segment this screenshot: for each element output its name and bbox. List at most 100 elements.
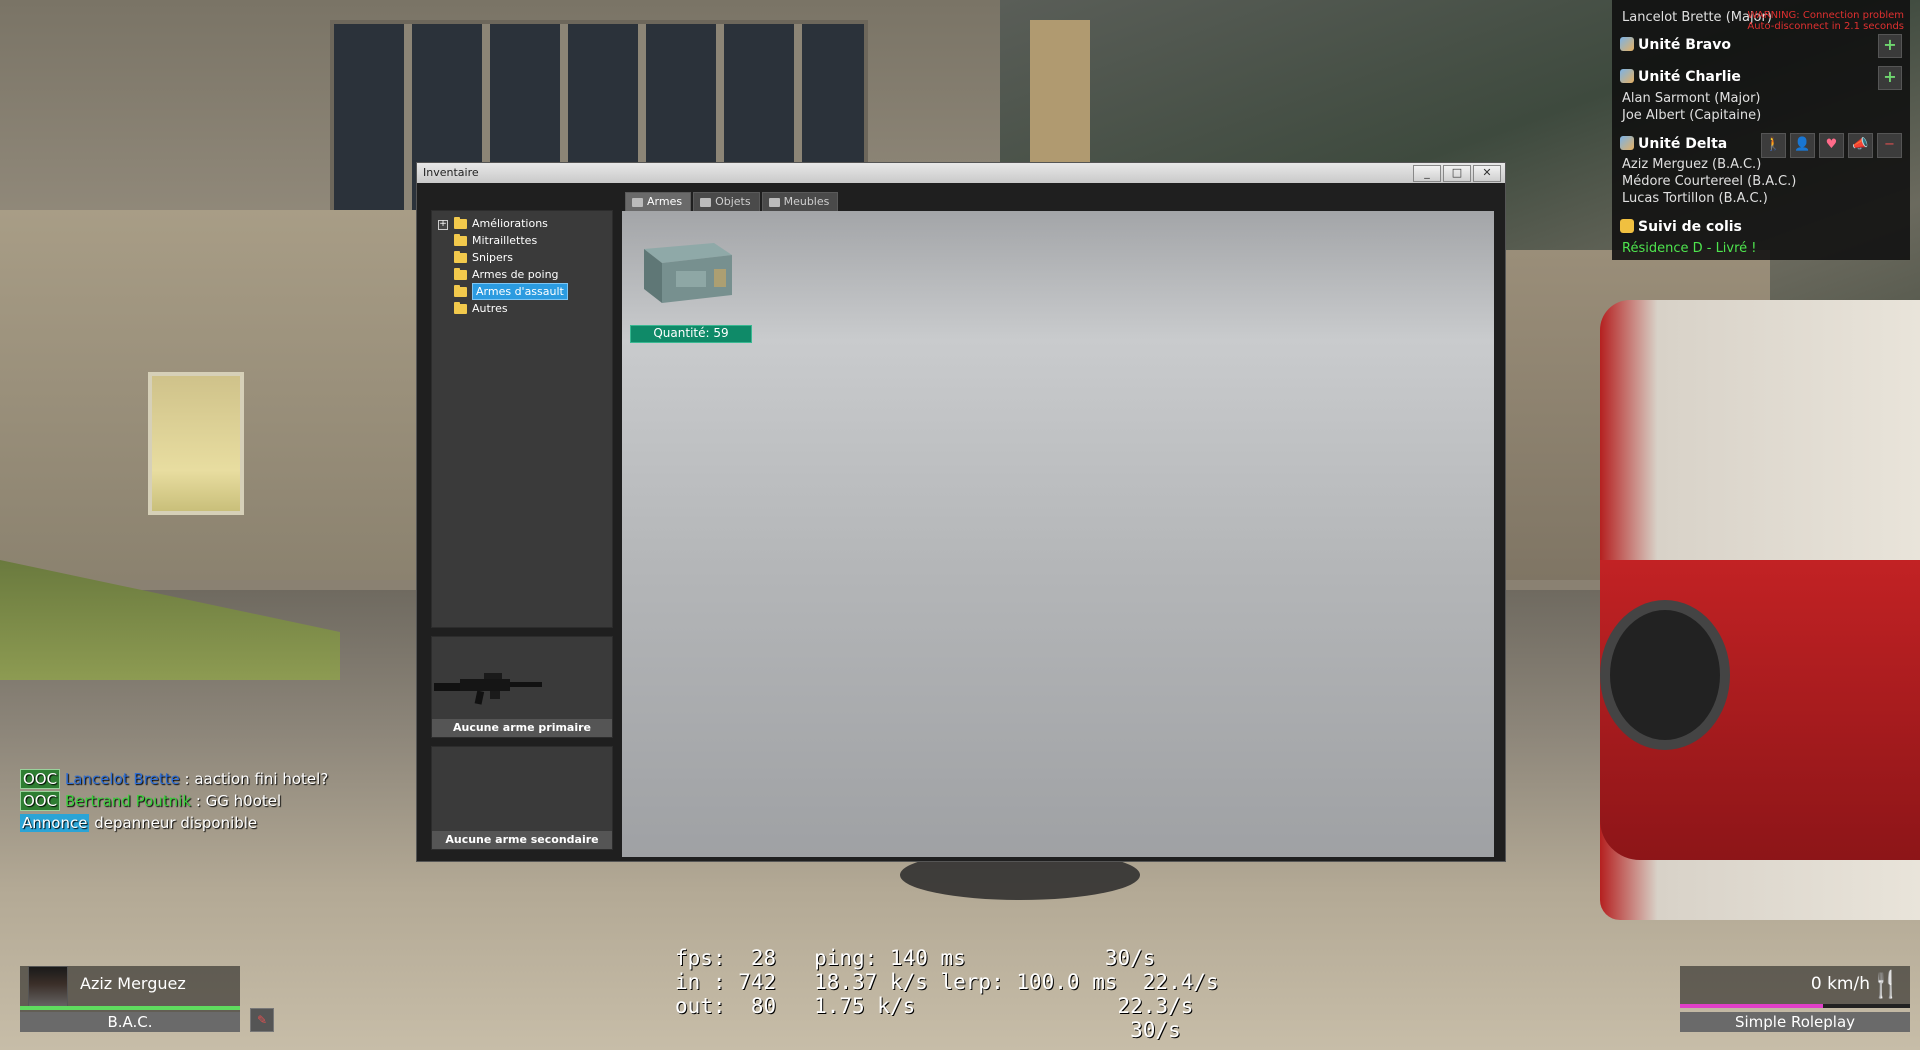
player-name: Aziz Merguez xyxy=(80,974,186,993)
chat-tag: OOC xyxy=(20,791,61,811)
speedometer: 0 km/h 🍴 xyxy=(1680,966,1910,1006)
primary-weapon-slot[interactable]: Aucune arme primaire xyxy=(431,636,613,738)
box-icon xyxy=(700,197,712,207)
chat-line: Annonce depanneur disponible xyxy=(20,812,328,834)
colis-label: Suivi de colis xyxy=(1638,219,1742,235)
category-label: Améliorations xyxy=(472,217,548,230)
chat-author: Bertrand Poutnik xyxy=(64,792,192,810)
colis-status: Résidence D - Livré ! xyxy=(1622,241,1757,256)
unit-bravo-label: Unité Bravo xyxy=(1638,37,1731,53)
netstats-line: out: 80 1.75 k/s 22.3/s xyxy=(675,994,1194,1018)
tab-meubles[interactable]: Meubles xyxy=(761,192,839,211)
inventory-item[interactable]: Quantité: 59 xyxy=(630,227,752,343)
delta-member: Médore Courtereel (B.A.C.) xyxy=(1622,174,1797,189)
megaphone-icon[interactable]: 📣 xyxy=(1848,133,1873,158)
unit-icon xyxy=(1620,69,1634,83)
unit-icon xyxy=(1620,136,1634,150)
box-icon xyxy=(768,197,780,207)
netstats-line: in : 742 18.37 k/s lerp: 100.0 ms 22.4/s xyxy=(675,970,1219,994)
category-autres[interactable]: Autres xyxy=(454,301,508,316)
folder-icon xyxy=(454,284,467,297)
chat-message: aaction fini hotel? xyxy=(194,770,329,788)
ammo-crate-icon xyxy=(644,243,732,303)
chat-tag: Annonce xyxy=(20,814,90,832)
tree-expander[interactable]: + xyxy=(438,220,448,230)
box-icon xyxy=(632,197,643,207)
maximize-button[interactable]: □ xyxy=(1443,165,1471,182)
net-graph: fps: 28 ping: 140 ms 30/s in : 742 18.37 … xyxy=(675,946,1219,1042)
primary-slot-label: Aucune arme primaire xyxy=(432,719,612,737)
folder-icon xyxy=(454,267,467,280)
tab-objets[interactable]: Objets xyxy=(693,192,760,211)
charlie-member: Joe Albert (Capitaine) xyxy=(1622,108,1762,123)
tab-label: Meubles xyxy=(783,195,830,208)
netstats-line: fps: 28 ping: 140 ms 30/s xyxy=(675,946,1156,970)
chat-message: depanneur disponible xyxy=(94,814,258,832)
chat-log: OOC Lancelot Brette : aaction fini hotel… xyxy=(20,768,328,834)
unit-delta-label: Unité Delta xyxy=(1638,136,1728,152)
netstats-line: 30/s xyxy=(675,1018,1181,1042)
unit-icon[interactable]: 👤 xyxy=(1790,133,1815,158)
colis-title: Suivi de colis xyxy=(1620,219,1742,235)
window-controls: _ □ ✕ xyxy=(1413,165,1501,182)
player-job: B.A.C. xyxy=(20,1012,240,1032)
tab-armes[interactable]: Armes xyxy=(625,192,692,211)
health-fill xyxy=(20,1006,240,1010)
package-icon xyxy=(1620,219,1634,233)
secondary-weapon-slot[interactable]: Aucune arme secondaire xyxy=(431,746,613,850)
category-label: Autres xyxy=(472,302,508,315)
minus-icon[interactable]: − xyxy=(1877,133,1902,158)
chat-separator: : xyxy=(179,770,195,788)
rifle-icon xyxy=(434,673,542,705)
charlie-member: Alan Sarmont (Major) xyxy=(1622,91,1761,106)
window-titlebar[interactable]: Inventaire _ □ ✕ xyxy=(417,163,1505,183)
secondary-slot-label: Aucune arme secondaire xyxy=(432,831,612,849)
folder-icon xyxy=(454,233,467,246)
category-armes-dassault[interactable]: Armes d'assault xyxy=(454,283,568,300)
building-doorway xyxy=(148,372,244,515)
unit-charlie-title: Unité Charlie xyxy=(1620,69,1741,85)
server-name: Simple Roleplay xyxy=(1680,1012,1910,1032)
category-mitraillettes[interactable]: Mitraillettes xyxy=(454,233,537,248)
join-bravo-button[interactable]: + xyxy=(1878,34,1902,58)
unit-charlie-label: Unité Charlie xyxy=(1638,69,1741,85)
tab-label: Armes xyxy=(647,195,683,208)
chat-tag: OOC xyxy=(20,769,61,789)
delta-member: Lucas Tortillon (B.A.C.) xyxy=(1622,191,1768,206)
category-ameliorations[interactable]: Améliorations xyxy=(454,216,548,231)
walk-icon[interactable]: 🚶 xyxy=(1761,133,1786,158)
avatar xyxy=(28,966,68,1010)
chat-author: Lancelot Brette xyxy=(64,770,180,788)
inventory-content: Quantité: 59 xyxy=(622,211,1494,857)
unit-icon xyxy=(1620,37,1634,51)
unit-delta-title: Unité Delta xyxy=(1620,136,1727,152)
inventory-window: Inventaire _ □ ✕ + Améliorations Mitrail… xyxy=(416,162,1506,862)
connection-warning: WARNING: Connection problem Auto-disconn… xyxy=(1747,10,1904,32)
chat-line: OOC Bertrand Poutnik : GG h0otel xyxy=(20,790,328,812)
window-title: Inventaire xyxy=(423,166,479,179)
ambulance-wheel xyxy=(1600,600,1730,750)
units-panel: Lancelot Brette (Major) WARNING: Connect… xyxy=(1612,0,1910,260)
mute-icon[interactable]: ✎ xyxy=(250,1008,274,1032)
delta-member: Aziz Merguez (B.A.C.) xyxy=(1622,157,1762,172)
chat-message: GG h0otel xyxy=(205,792,282,810)
category-label: Armes de poing xyxy=(472,268,559,281)
heart-icon[interactable]: ♥ xyxy=(1819,133,1844,158)
unit-bravo-title: Unité Bravo xyxy=(1620,37,1731,53)
category-snipers[interactable]: Snipers xyxy=(454,250,513,265)
category-label: Mitraillettes xyxy=(472,234,538,247)
category-armes-de-poing[interactable]: Armes de poing xyxy=(454,267,559,282)
folder-icon xyxy=(454,301,467,314)
health-bar xyxy=(20,1006,240,1010)
inventory-tabs: Armes Objets Meubles xyxy=(625,192,839,211)
close-button[interactable]: ✕ xyxy=(1473,165,1501,182)
chat-line: OOC Lancelot Brette : aaction fini hotel… xyxy=(20,768,328,790)
category-label: Armes d'assault xyxy=(472,283,568,300)
category-label: Snipers xyxy=(472,251,514,264)
join-charlie-button[interactable]: + xyxy=(1878,66,1902,90)
speed-readout: 0 km/h xyxy=(1810,974,1870,994)
warning-line-2: Auto-disconnect in 2.1 seconds xyxy=(1747,21,1904,32)
minimize-button[interactable]: _ xyxy=(1413,165,1441,182)
tab-label: Objets xyxy=(715,195,751,208)
hunger-bar xyxy=(1680,1004,1910,1008)
